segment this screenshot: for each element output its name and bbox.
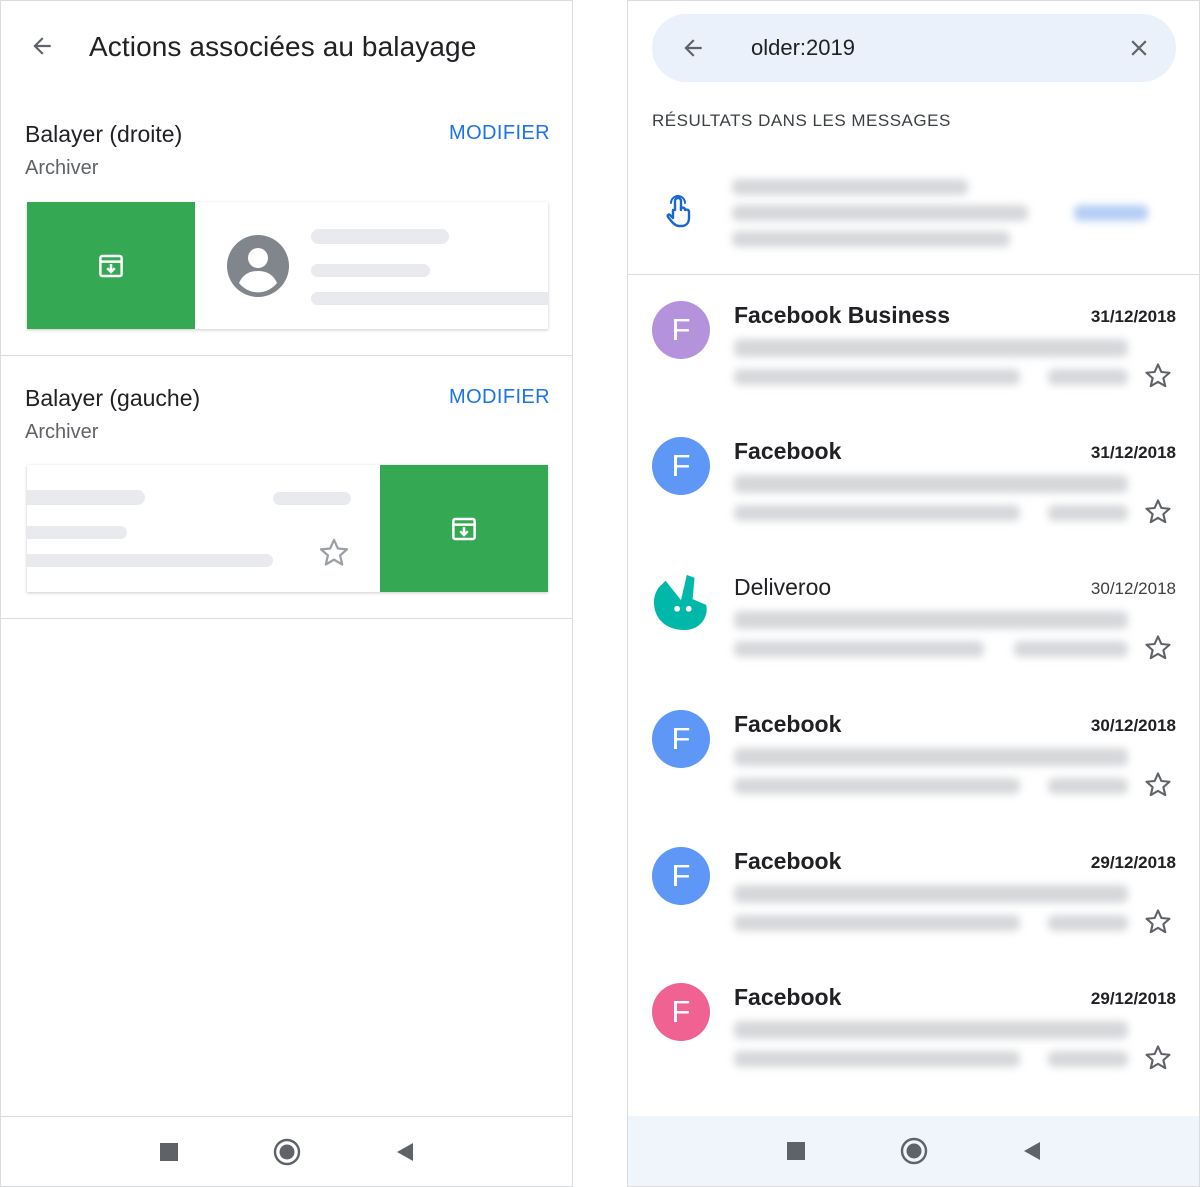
placeholder-line	[273, 492, 351, 505]
arrow-back-icon[interactable]	[678, 33, 708, 63]
home-circle-icon[interactable]	[272, 1137, 302, 1167]
message-date: 30/12/2018	[1090, 579, 1176, 598]
arrow-back-icon[interactable]	[27, 31, 57, 61]
sender-name: Deliveroo	[734, 574, 832, 600]
search-bar[interactable]: older:2019	[652, 14, 1176, 82]
sender-name: Facebook	[734, 984, 842, 1010]
swipe-right-section: Balayer (droite) Archiver MODIFIER	[1, 93, 572, 356]
archive-swipe-area	[380, 465, 548, 592]
swipe-tip-banner	[628, 151, 1199, 275]
stop-square-icon[interactable]	[154, 1137, 184, 1167]
swipe-left-section: Balayer (gauche) Archiver MODIFIER	[1, 357, 572, 619]
system-nav-bar	[1, 1116, 572, 1186]
placeholder-line	[311, 264, 430, 277]
message-date: 29/12/2018	[1090, 989, 1176, 1008]
blurred-snippet	[734, 778, 1020, 794]
sender-name: Facebook Business	[734, 302, 951, 328]
star-outline-icon[interactable]	[1143, 497, 1173, 527]
touch-gesture-icon	[664, 195, 694, 234]
sender-avatar: F	[652, 301, 710, 359]
swipe-right-title: Balayer (droite)	[25, 121, 183, 147]
star-outline-icon[interactable]	[1143, 907, 1173, 937]
message-row[interactable]: F Facebook Business 31/12/2018	[628, 275, 1199, 411]
blurred-snippet	[1048, 369, 1128, 385]
close-icon[interactable]	[1124, 33, 1154, 63]
archive-swipe-area	[27, 202, 195, 329]
star-outline-icon[interactable]	[1143, 770, 1173, 800]
placeholder-line	[27, 554, 273, 567]
system-nav-bar	[628, 1116, 1199, 1186]
blurred-snippet	[734, 369, 1020, 385]
blurred-text	[732, 231, 1010, 247]
placeholder-line	[27, 490, 145, 505]
blurred-text	[732, 179, 968, 195]
back-triangle-icon[interactable]	[1017, 1136, 1047, 1166]
swipe-left-preview	[27, 465, 548, 592]
sender-name: Facebook	[734, 711, 842, 737]
blurred-snippet	[1048, 915, 1128, 931]
blurred-snippet	[1048, 1051, 1128, 1067]
blurred-subject	[734, 1021, 1128, 1039]
blurred-subject	[734, 748, 1128, 766]
message-date: 31/12/2018	[1090, 307, 1176, 326]
blurred-snippet	[734, 505, 1020, 521]
sender-name: Facebook	[734, 438, 842, 464]
sender-avatar: F	[652, 710, 710, 768]
blurred-text	[1074, 205, 1148, 221]
blurred-subject	[734, 339, 1128, 357]
swipe-settings-screen: Actions associées au balayage Balayer (d…	[0, 0, 573, 1187]
blurred-snippet	[1014, 641, 1128, 657]
placeholder-line	[311, 229, 449, 244]
blurred-subject	[734, 475, 1128, 493]
blurred-snippet	[1048, 778, 1128, 794]
results-section-label: RÉSULTATS DANS LES MESSAGES	[652, 111, 951, 130]
star-outline-icon[interactable]	[1143, 1043, 1173, 1073]
message-date: 31/12/2018	[1090, 443, 1176, 462]
blurred-snippet	[1048, 505, 1128, 521]
swipe-left-action: Archiver	[25, 421, 99, 443]
message-date: 29/12/2018	[1090, 853, 1176, 872]
message-row[interactable]: F Facebook 29/12/2018	[628, 957, 1199, 1093]
sender-avatar: F	[652, 437, 710, 495]
placeholder-line	[27, 526, 127, 539]
swipe-right-preview	[27, 202, 548, 329]
blurred-snippet	[734, 1051, 1020, 1067]
message-row[interactable]: F Facebook 30/12/2018	[628, 684, 1199, 820]
modify-swipe-right-button[interactable]: MODIFIER	[449, 122, 550, 145]
blurred-subject	[734, 885, 1128, 903]
message-date: 30/12/2018	[1090, 716, 1176, 735]
blurred-snippet	[734, 641, 984, 657]
message-row[interactable]: Deliveroo 30/12/2018	[628, 547, 1199, 683]
archive-icon	[99, 254, 123, 277]
star-outline-icon[interactable]	[1143, 633, 1173, 663]
home-circle-icon[interactable]	[899, 1136, 929, 1166]
placeholder-line	[311, 292, 548, 305]
message-row[interactable]: F Facebook 29/12/2018	[628, 821, 1199, 957]
search-query[interactable]: older:2019	[751, 35, 855, 61]
swipe-right-action: Archiver	[25, 157, 99, 179]
blurred-subject	[734, 611, 1128, 629]
avatar-placeholder-icon	[227, 235, 289, 297]
search-results-screen: older:2019 RÉSULTATS DANS LES MESSAGES F…	[627, 0, 1200, 1187]
sender-name: Facebook	[734, 848, 842, 874]
back-triangle-icon[interactable]	[390, 1137, 420, 1167]
modify-swipe-left-button[interactable]: MODIFIER	[449, 386, 550, 409]
app-bar: Actions associées au balayage	[1, 1, 572, 93]
archive-icon	[452, 517, 476, 540]
sender-avatar: F	[652, 847, 710, 905]
blurred-snippet	[734, 915, 1020, 931]
sender-avatar: F	[652, 983, 710, 1041]
swipe-left-title: Balayer (gauche)	[25, 385, 201, 411]
blurred-text	[732, 205, 1028, 221]
star-outline-icon	[319, 538, 349, 566]
deliveroo-logo-icon	[652, 573, 710, 631]
page-title: Actions associées au balayage	[89, 31, 477, 62]
stop-square-icon[interactable]	[781, 1136, 811, 1166]
star-outline-icon[interactable]	[1143, 361, 1173, 391]
message-row[interactable]: F Facebook 31/12/2018	[628, 411, 1199, 547]
